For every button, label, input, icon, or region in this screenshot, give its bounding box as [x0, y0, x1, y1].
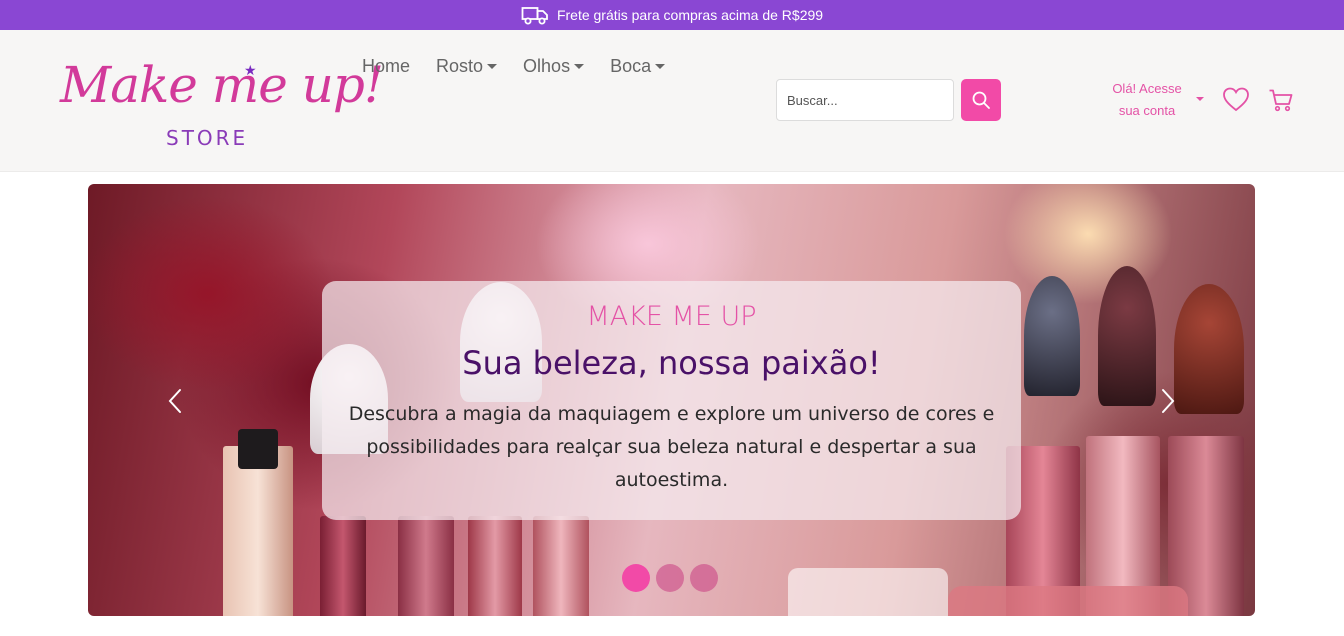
carousel-indicators — [622, 564, 718, 592]
search-button[interactable] — [961, 79, 1001, 121]
hero-brush-image — [1024, 276, 1080, 396]
nav-item-rosto[interactable]: Rosto — [436, 56, 498, 77]
caret-down-icon — [487, 64, 498, 69]
caret-down-icon — [574, 64, 585, 69]
promo-text: Frete grátis para compras acima de R$299 — [556, 7, 824, 23]
cart-icon[interactable] — [1268, 88, 1294, 112]
hero-headline: Sua beleza, nossa paixão! — [462, 344, 881, 382]
hero-product-image — [533, 516, 589, 616]
hero-product-image — [223, 446, 293, 616]
logo-store-text: STORE — [166, 126, 249, 150]
caret-down-icon[interactable] — [1196, 97, 1204, 101]
hero-brush-image — [1174, 284, 1244, 414]
account-greeting: Olá! Acesse — [1112, 81, 1182, 96]
carousel-dot[interactable] — [622, 564, 650, 592]
store-logo[interactable]: Make me up! ★ STORE — [60, 42, 384, 160]
account-link[interactable]: Olá! Acesse sua conta — [1104, 78, 1190, 122]
chevron-right-icon[interactable] — [1157, 388, 1177, 414]
heart-icon[interactable] — [1222, 86, 1250, 112]
hero-product-image — [238, 429, 278, 469]
hero-brush-image — [1098, 266, 1156, 406]
search-input[interactable] — [776, 79, 954, 121]
nav-item-boca[interactable]: Boca — [610, 56, 666, 77]
search-icon — [972, 91, 990, 109]
carousel-dot[interactable] — [690, 564, 718, 592]
truck-icon — [521, 7, 548, 25]
hero-kicker: MAKE ME UP — [586, 301, 757, 332]
carousel-dot[interactable] — [656, 564, 684, 592]
account-subtext: sua conta — [1118, 103, 1176, 118]
nav-item-label: Rosto — [436, 56, 484, 76]
nav-item-home[interactable]: Home — [362, 56, 410, 77]
nav-item-label: Olhos — [523, 56, 571, 76]
hero-product-image — [320, 516, 366, 616]
hero-caption: MAKE ME UP Sua beleza, nossa paixão! Des… — [322, 281, 1021, 520]
nav-item-label: Boca — [610, 56, 652, 76]
promo-bar: Frete grátis para compras acima de R$299 — [0, 0, 1344, 30]
nav-item-olhos[interactable]: Olhos — [523, 56, 585, 77]
hero-description: Descubra a magia da maquiagem e explore … — [348, 403, 995, 491]
hero-product-image — [788, 568, 948, 616]
nav-item-label: Home — [362, 56, 411, 76]
logo-script: Make me up! — [60, 56, 384, 114]
star-icon: ★ — [244, 62, 257, 78]
hero-product-image — [948, 586, 1188, 616]
chevron-left-icon[interactable] — [166, 388, 186, 414]
main-nav: Home Rosto Olhos Boca — [362, 56, 666, 77]
hero-product-image — [468, 516, 522, 616]
hero-product-image — [398, 516, 454, 616]
caret-down-icon — [655, 64, 666, 69]
